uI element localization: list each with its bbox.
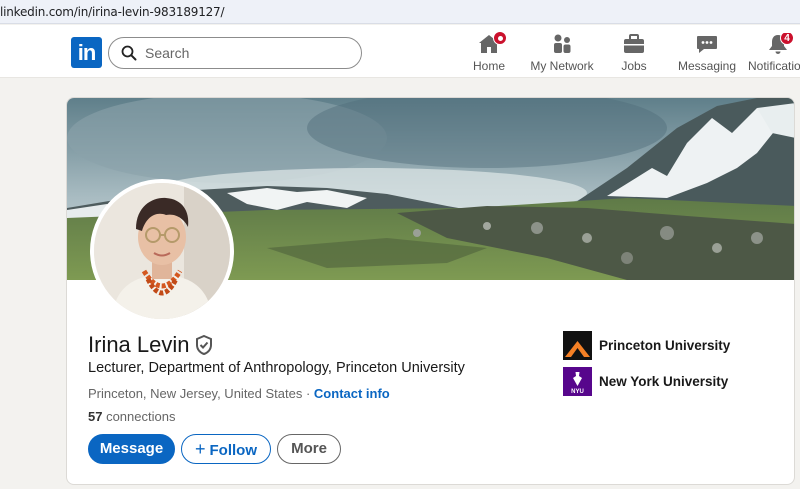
- nyu-logo-icon: NYU: [563, 367, 592, 396]
- nav-item-my-network[interactable]: My Network: [527, 33, 597, 73]
- profile-photo-image: [94, 183, 230, 319]
- chat-icon: [697, 36, 717, 53]
- notifications-badge: 4: [780, 33, 794, 45]
- nav-label-home: Home: [472, 59, 505, 73]
- top-navigation: in Home My Network: [0, 25, 800, 78]
- nav-item-jobs[interactable]: Jobs: [612, 33, 656, 73]
- nav-label-jobs: Jobs: [621, 59, 647, 73]
- profile-name: Irina Levin: [88, 332, 190, 357]
- nav-item-messaging[interactable]: Messaging: [676, 33, 738, 73]
- nav-item-notifications[interactable]: 4 Notifications: [746, 33, 800, 73]
- profile-photo[interactable]: [90, 179, 234, 323]
- connections-label: connections: [102, 409, 176, 424]
- profile-location: Princeton, New Jersey, United States: [88, 386, 303, 401]
- organization-name: New York University: [599, 374, 729, 389]
- verified-shield-icon: [196, 335, 212, 355]
- nav-label-messaging: Messaging: [677, 59, 737, 73]
- linkedin-logo[interactable]: in: [71, 37, 102, 68]
- browser-address-bar[interactable]: linkedin.com/in/irina-levin-983189127/: [0, 0, 800, 24]
- briefcase-icon: [624, 34, 644, 53]
- organization-name: Princeton University: [599, 338, 731, 353]
- connections-count: 57: [88, 409, 103, 424]
- more-button[interactable]: More: [277, 434, 341, 464]
- nav-item-home[interactable]: Home: [466, 31, 512, 73]
- url-text: linkedin.com/in/irina-levin-983189127/: [0, 5, 225, 19]
- nav-label-my-network: My Network: [530, 59, 594, 73]
- search-icon: [121, 45, 137, 61]
- plus-icon: +: [194, 439, 206, 459]
- home-notification-dot: [493, 31, 507, 45]
- follow-button[interactable]: + Follow: [181, 434, 271, 464]
- nav-label-notifications: Notifications: [748, 59, 800, 73]
- contact-info-link[interactable]: Contact info: [314, 386, 390, 401]
- profile-location-line: Princeton, New Jersey, United States · C…: [88, 386, 390, 401]
- network-icon: [554, 34, 571, 53]
- search-input[interactable]: [145, 43, 345, 63]
- nyu-logo-text: NYU: [571, 389, 584, 395]
- location-separator: ·: [302, 386, 314, 401]
- princeton-logo-icon: [563, 331, 592, 360]
- follow-label: Follow: [209, 442, 258, 459]
- connections-line[interactable]: 57 connections: [88, 409, 175, 424]
- message-button[interactable]: Message: [88, 434, 175, 464]
- search-box[interactable]: [108, 37, 362, 69]
- profile-headline: Lecturer, Department of Anthropology, Pr…: [88, 360, 465, 376]
- profile-card: Irina Levin Lecturer, Department of Anth…: [66, 97, 795, 485]
